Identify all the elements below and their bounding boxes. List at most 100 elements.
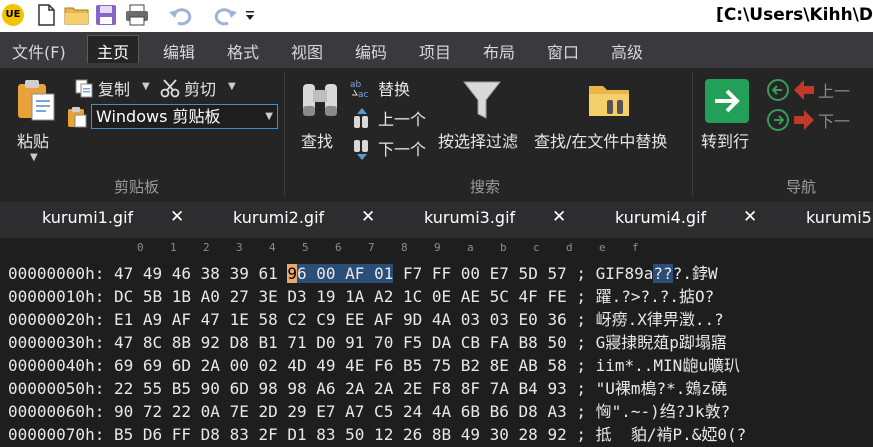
tab-kurumi3[interactable]: kurumi3.gif <box>424 208 515 227</box>
hex-row[interactable]: 00000000h: 47 49 46 38 39 61 96 00 AF 01… <box>8 260 718 283</box>
find-next-label: 下一个 <box>378 140 427 159</box>
hex-row[interactable]: 00000010h: DC 5B 1B A0 27 3E D3 19 1A A2… <box>8 283 714 306</box>
hex-ascii: ?.鋍W <box>672 264 718 283</box>
menu-format[interactable]: 格式 <box>227 39 259 63</box>
menu-window[interactable]: 窗口 <box>547 39 579 63</box>
redo-icon[interactable] <box>212 3 237 27</box>
app-logo[interactable]: UE <box>2 4 24 26</box>
copy-button[interactable]: 复制 ▼ <box>74 76 154 100</box>
menu-edit[interactable]: 编辑 <box>163 39 195 63</box>
menu-home[interactable]: 主页 <box>87 35 140 63</box>
bookmark-prev-icon <box>792 78 816 106</box>
hex-bytes: DC 5B 1B A0 27 3E D3 19 1A A2 1C 0E AE 5… <box>113 287 567 306</box>
hex-address: 00000040h: <box>8 356 105 375</box>
hex-ascii: ; GIF89a <box>566 264 654 283</box>
cut-button[interactable]: 剪切 ▼ <box>160 76 240 100</box>
goto-line-button[interactable]: 转到行 <box>698 76 758 156</box>
nav-next-button[interactable]: 下一 <box>766 108 873 132</box>
menu-encoding[interactable]: 编码 <box>355 39 387 63</box>
save-icon[interactable] <box>94 3 118 27</box>
hex-row[interactable]: 00000060h: 90 72 22 0A 7E 2D 29 E7 A7 C5… <box>8 398 731 421</box>
ruler-tick: 1 <box>170 241 177 254</box>
clipboard-select[interactable]: Windows 剪贴板 ▼ <box>91 104 278 129</box>
paste-dropdown-icon[interactable]: ▼ <box>30 152 38 163</box>
filter-icon <box>462 78 502 126</box>
hex-ascii: ; "U裸m槝?*.鴳z磽 <box>566 379 728 398</box>
hex-address: 00000020h: <box>8 310 105 329</box>
cut-label: 剪切 <box>184 80 217 99</box>
copy-label: 复制 <box>98 80 131 99</box>
hex-address: 00000060h: <box>8 402 105 421</box>
print-icon[interactable] <box>124 3 148 27</box>
find-in-files-button[interactable]: 查找/在文件中替换 <box>533 76 687 156</box>
dropdown-icon[interactable] <box>244 8 256 22</box>
hex-ascii: ; G寢捸睨葅p踋塌寤 <box>566 333 727 352</box>
tab-kurumi1[interactable]: kurumi1.gif <box>42 208 133 227</box>
hex-ascii: ; 抵 貃/褃P.&婭0(? <box>566 425 747 444</box>
paste-label: 粘贴 <box>17 132 50 151</box>
menu-layout[interactable]: 布局 <box>483 39 515 63</box>
clipboard-select-icon <box>66 106 88 132</box>
hex-editor[interactable]: 0 1 2 3 4 5 6 7 8 9 a b c d e f 00000000… <box>0 238 873 447</box>
clipboard-select-value: Windows 剪贴板 <box>96 107 221 126</box>
replace-button[interactable]: ab ac 替换 <box>350 76 430 100</box>
open-folder-icon[interactable] <box>64 3 89 27</box>
hex-bytes: 90 72 22 0A 7E 2D 29 E7 A7 C5 24 4A 6B B… <box>113 402 567 421</box>
hex-address: 00000000h: <box>8 264 105 283</box>
hex-bytes: B5 D6 FF D8 83 2F D1 83 50 12 26 8B 49 3… <box>113 425 567 444</box>
hex-bytes: 47 8C 8B 92 D8 B1 71 D0 91 70 F5 DA CB F… <box>113 333 567 352</box>
svg-text:ab: ab <box>350 80 362 90</box>
close-icon[interactable]: ✕ <box>552 207 566 227</box>
cut-dropdown-icon[interactable]: ▼ <box>228 81 236 92</box>
hex-row[interactable]: 00000020h: E1 A9 AF 47 1E 58 C2 C9 EE AF… <box>8 306 724 329</box>
nav-prev-icon <box>766 78 790 106</box>
hex-address: 00000050h: <box>8 379 105 398</box>
clipboard-group-label: 剪贴板 <box>114 178 160 196</box>
tab-kurumi4[interactable]: kurumi4.gif <box>615 208 706 227</box>
tab-kurumi2[interactable]: kurumi2.gif <box>233 208 324 227</box>
ribbon-divider <box>284 72 285 196</box>
menu-view[interactable]: 视图 <box>291 39 323 63</box>
close-icon[interactable]: ✕ <box>743 207 757 227</box>
ruler-tick: d <box>566 241 573 254</box>
ruler-tick: 8 <box>401 241 408 254</box>
hex-row[interactable]: 00000050h: 22 55 B5 90 6D 98 98 A6 2A 2A… <box>8 375 728 398</box>
chevron-down-icon: ▼ <box>265 111 273 122</box>
hex-bytes: E1 A9 AF 47 1E 58 C2 C9 EE AF 9D 4A 03 0… <box>113 310 567 329</box>
hex-bytes: 69 69 6D 2A 00 02 4D 49 4E F6 B5 75 B2 8… <box>113 356 567 375</box>
find-next-button[interactable]: 下一个 <box>350 136 434 160</box>
copy-dropdown-icon[interactable]: ▼ <box>142 81 150 92</box>
nav-next-icon <box>766 108 790 136</box>
ruler-tick: 6 <box>335 241 342 254</box>
filter-label: 按选择过滤 <box>438 132 519 151</box>
hex-row[interactable]: 00000030h: 47 8C 8B 92 D8 B1 71 D0 91 70… <box>8 329 727 352</box>
undo-icon[interactable] <box>168 3 192 27</box>
ruler-tick: 5 <box>302 241 309 254</box>
close-icon[interactable]: ✕ <box>361 207 375 227</box>
goto-line-label: 转到行 <box>701 132 750 151</box>
menu-project[interactable]: 项目 <box>419 39 451 63</box>
ruler-tick: 9 <box>434 241 441 254</box>
ruler-tick: f <box>632 241 639 254</box>
filter-button[interactable]: 按选择过滤 <box>436 76 530 156</box>
hex-ascii: ; iim*..MIN龅u曠玐 <box>566 356 740 375</box>
ruler-tick: 2 <box>203 241 210 254</box>
file-tabs: kurumi1.gif ✕ kurumi2.gif ✕ kurumi3.gif … <box>0 202 873 238</box>
search-group-label: 搜索 <box>470 178 501 196</box>
paste-button[interactable]: 粘贴 ▼ <box>12 76 58 166</box>
hex-ascii: ; 恟".~-)绉?Jk敦? <box>566 402 731 421</box>
find-in-files-label: 查找/在文件中替换 <box>534 132 668 151</box>
menu-advanced[interactable]: 高级 <box>611 39 643 63</box>
find-prev-button[interactable]: 上一个 <box>350 106 434 130</box>
find-button[interactable]: 查找 <box>298 76 342 156</box>
ruler-tick: e <box>599 241 606 254</box>
new-file-icon[interactable] <box>34 3 58 27</box>
menu-file[interactable]: 文件(F) <box>12 39 66 63</box>
window-title: [C:\Users\Kihh\D <box>716 5 873 25</box>
tab-kurumi5[interactable]: kurumi5 <box>806 208 872 227</box>
close-icon[interactable]: ✕ <box>170 207 184 227</box>
hex-row[interactable]: 00000040h: 69 69 6D 2A 00 02 4D 49 4E F6… <box>8 352 740 375</box>
hex-row[interactable]: 00000070h: B5 D6 FF D8 83 2F D1 83 50 12… <box>8 421 747 444</box>
clipboard-icon <box>16 78 56 126</box>
nav-prev-button[interactable]: 上一 <box>766 78 873 102</box>
